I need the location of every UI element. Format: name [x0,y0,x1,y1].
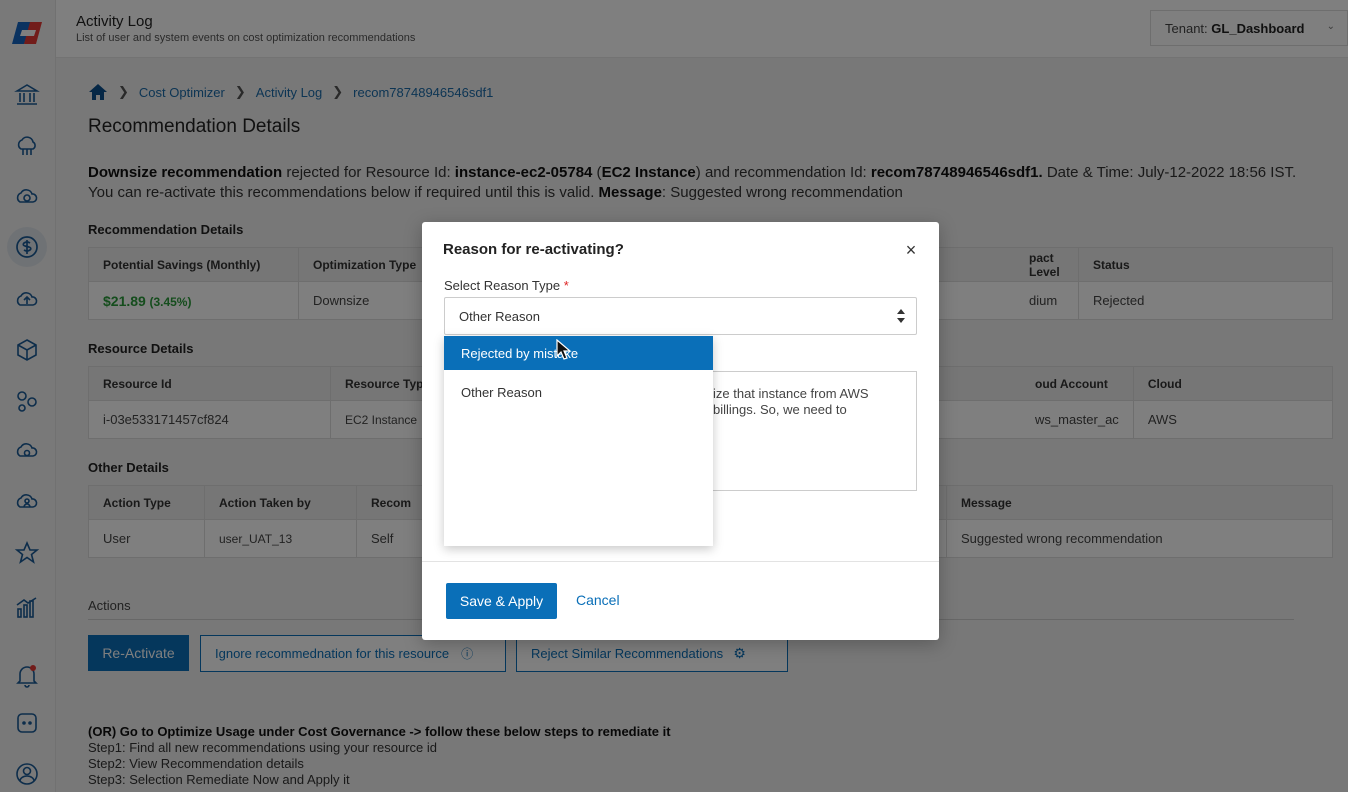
required-mark: * [563,278,569,293]
mouse-cursor-icon [556,339,572,360]
dropdown-option-other-reason[interactable]: Other Reason [444,375,713,409]
divider [422,561,939,562]
reason-type-label: Select Reason Type * [444,278,569,293]
cancel-button[interactable]: Cancel [576,592,620,608]
dialog-title: Reason for re-activating? [443,241,624,258]
reason-type-dropdown: Rejected by mistake Other Reason [444,336,713,546]
textarea-line: billings. So, we need to [713,402,847,417]
reason-type-select[interactable]: Other Reason [444,297,917,335]
reason-type-selected-value: Other Reason [459,309,540,324]
textarea-line: ize that instance from AWS [713,386,869,401]
save-apply-button[interactable]: Save & Apply [446,583,557,619]
reason-type-label-text: Select Reason Type [444,278,561,293]
dropdown-option-rejected-by-mistake[interactable]: Rejected by mistake [444,336,713,370]
close-icon[interactable]: × [901,240,921,260]
select-arrows-icon [897,309,905,323]
